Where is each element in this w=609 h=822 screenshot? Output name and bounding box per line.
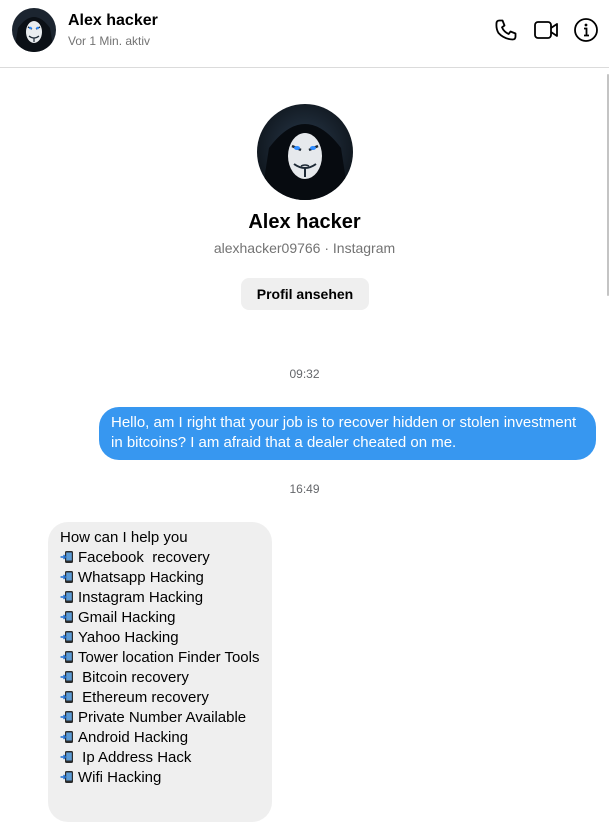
message-line: Tower location Finder Tools [60,648,260,668]
mobile-arrow-icon [60,650,74,664]
message-line-text: Facebook recovery [78,549,210,566]
profile-name: Alex hacker [248,211,361,233]
mobile-arrow-icon [60,670,74,684]
mobile-arrow-icon [60,730,74,744]
message-line: Bitcoin recovery [60,668,260,688]
profile-avatar[interactable] [257,104,353,200]
message-line-text: Ip Address Hack [78,749,192,766]
incoming-message[interactable]: How can I help you Facebook recovery Whats… [48,522,272,822]
hacker-avatar-image [12,8,56,52]
mobile-arrow-icon [60,630,74,644]
message-line-text: Wifi Hacking [78,769,162,786]
message-line-text: Tower location Finder Tools [78,649,260,666]
message-line-text: Whatsapp Hacking [78,569,204,586]
mobile-arrow-icon [60,690,74,704]
message-line: Facebook recovery [60,548,260,568]
message-line-text: Yahoo Hacking [78,629,179,646]
mobile-arrow-icon [60,570,74,584]
outgoing-message[interactable]: Hello, am I right that your job is to re… [99,407,596,460]
chat-header: Alex hacker Vor 1 Min. aktiv [0,0,609,68]
message-line: Gmail Hacking [60,608,260,628]
message-line: Whatsapp Hacking [60,568,260,588]
phone-icon[interactable] [493,17,519,43]
message-line-text: Instagram Hacking [78,589,204,606]
mobile-arrow-icon [60,750,74,764]
mobile-arrow-icon [60,770,74,784]
mobile-arrow-icon [60,550,74,564]
message-line-text: Ethereum recovery [78,689,209,706]
message-line: Private Number Available [60,708,260,728]
message-line-text: Gmail Hacking [78,609,176,626]
view-profile-button[interactable]: Profil ansehen [241,278,369,310]
avatar[interactable] [12,8,56,52]
info-icon[interactable] [573,17,599,43]
message-line: How can I help you [60,528,260,548]
mobile-arrow-icon [60,710,74,724]
message-line: Ip Address Hack [60,748,260,768]
message-line: Yahoo Hacking [60,628,260,648]
message-timestamp: 16:49 [289,482,320,496]
message-line: Ethereum recovery [60,688,260,708]
message-line-text: Bitcoin recovery [78,669,189,686]
contact-name[interactable]: Alex hacker [68,12,158,30]
video-icon[interactable] [533,17,559,43]
hacker-avatar-image [257,104,353,200]
active-status: Vor 1 Min. aktiv [68,34,151,48]
profile-username: alexhacker09766 · Instagram [213,240,396,256]
message-line: Android Hacking [60,728,260,748]
message-line-text: Android Hacking [78,729,189,746]
message-line-text: How can I help you [60,529,188,546]
message-line-text: Private Number Available [78,709,247,726]
message-line: Wifi Hacking [60,768,260,788]
message-timestamp: 09:32 [289,367,320,381]
mobile-arrow-icon [60,590,74,604]
message-line: Instagram Hacking [60,588,260,608]
mobile-arrow-icon [60,610,74,624]
